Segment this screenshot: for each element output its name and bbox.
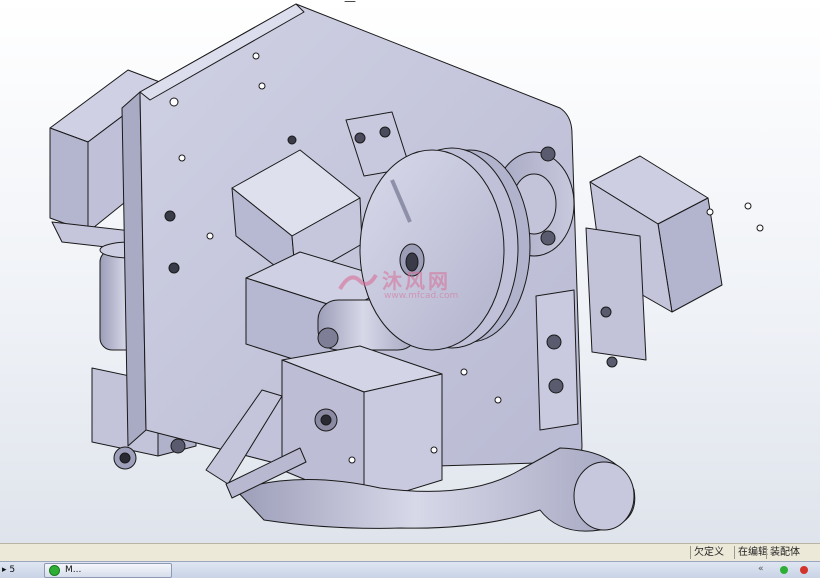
status-bar: 欠定义 在编辑 装配体 — [0, 543, 820, 561]
assembly-model[interactable] — [0, 0, 820, 543]
status-assembly: 装配体 — [766, 546, 803, 559]
chevron-icon[interactable]: « — [758, 563, 764, 576]
taskbar-app-button[interactable]: M... — [44, 563, 172, 578]
front-box-side — [363, 373, 443, 505]
pulley-disc-front — [359, 149, 505, 351]
taskbar-app-label: M... — [65, 565, 82, 575]
app-icon — [49, 565, 60, 576]
right-flange — [585, 227, 647, 361]
cad-viewport[interactable]: — 沐风网 www.mfcad.com — [0, 0, 820, 543]
taskbar: ▸ 5 M... « — [0, 561, 820, 578]
left-motor-front — [49, 127, 89, 233]
green-status-icon[interactable] — [780, 566, 788, 574]
right-clamp-plate — [535, 289, 579, 431]
status-underdefined: 欠定义 — [690, 546, 727, 559]
taskbar-left-label[interactable]: ▸ 5 — [2, 564, 15, 577]
red-status-icon[interactable] — [800, 566, 808, 574]
clipped-top-text: — — [344, 0, 356, 8]
